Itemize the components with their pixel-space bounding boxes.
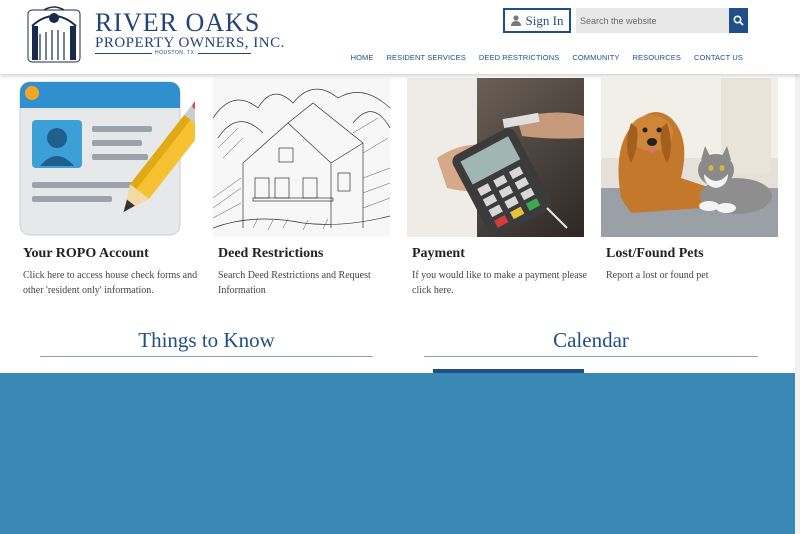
card-ropo-account[interactable]: Your ROPO Account Click here to access h… (18, 78, 197, 296)
nav-home[interactable]: HOME (351, 53, 374, 62)
card-title[interactable]: Deed Restrictions (218, 246, 323, 262)
card-payment[interactable]: Payment If you would like to make a paym… (407, 78, 587, 296)
nav-resident-services[interactable]: RESIDENT SERVICES (387, 53, 466, 62)
card-deed-restrictions[interactable]: Deed Restrictions Search Deed Restrictio… (213, 78, 390, 296)
card-title[interactable]: Lost/Found Pets (606, 246, 704, 262)
scrollbar-track[interactable] (795, 0, 800, 534)
main-nav: HOME RESIDENT SERVICES DEED RESTRICTIONS… (351, 53, 743, 62)
card-lost-found-pets[interactable]: Lost/Found Pets Report a lost or found p… (601, 78, 778, 281)
card-description: Report a lost or found pet (606, 270, 709, 281)
nav-contact-us[interactable]: CONTACT US (694, 53, 743, 62)
logo-icon[interactable] (26, 4, 82, 64)
sign-in-button[interactable]: Sign In (503, 8, 571, 33)
card-description: If you would like to make a payment plea… (412, 270, 587, 296)
card-description: Click here to access house check forms a… (23, 270, 198, 296)
card-title[interactable]: Your ROPO Account (23, 246, 149, 262)
things-to-know-heading: Things to Know (138, 328, 275, 352)
things-to-know-divider (40, 356, 373, 357)
brand-city: HOUSTON, TX (152, 50, 198, 56)
brand-title[interactable]: RIVER OAKS (95, 8, 260, 38)
search-button[interactable] (729, 8, 748, 33)
nav-community[interactable]: COMMUNITY (572, 53, 619, 62)
site-header: RIVER OAKS PROPERTY OWNERS, INC. HOUSTON… (0, 0, 800, 74)
calendar-heading: Calendar (553, 328, 629, 352)
card-description: Search Deed Restrictions and Request Inf… (218, 270, 371, 296)
account-card-image[interactable] (18, 78, 195, 237)
search-input[interactable] (576, 8, 729, 33)
sign-in-label: Sign In (525, 12, 564, 28)
content-band (0, 373, 800, 534)
calendar-divider (424, 356, 758, 357)
pets-image[interactable] (601, 78, 778, 237)
nav-deed-restrictions[interactable]: DEED RESTRICTIONS (479, 53, 559, 62)
house-sketch-image[interactable] (213, 78, 390, 237)
card-title[interactable]: Payment (412, 246, 465, 262)
nav-resources[interactable]: RESOURCES (633, 53, 681, 62)
search-icon (733, 15, 744, 26)
calendar-tab-indicator[interactable] (433, 369, 584, 373)
user-icon (510, 15, 521, 26)
payment-terminal-image[interactable] (407, 78, 584, 237)
